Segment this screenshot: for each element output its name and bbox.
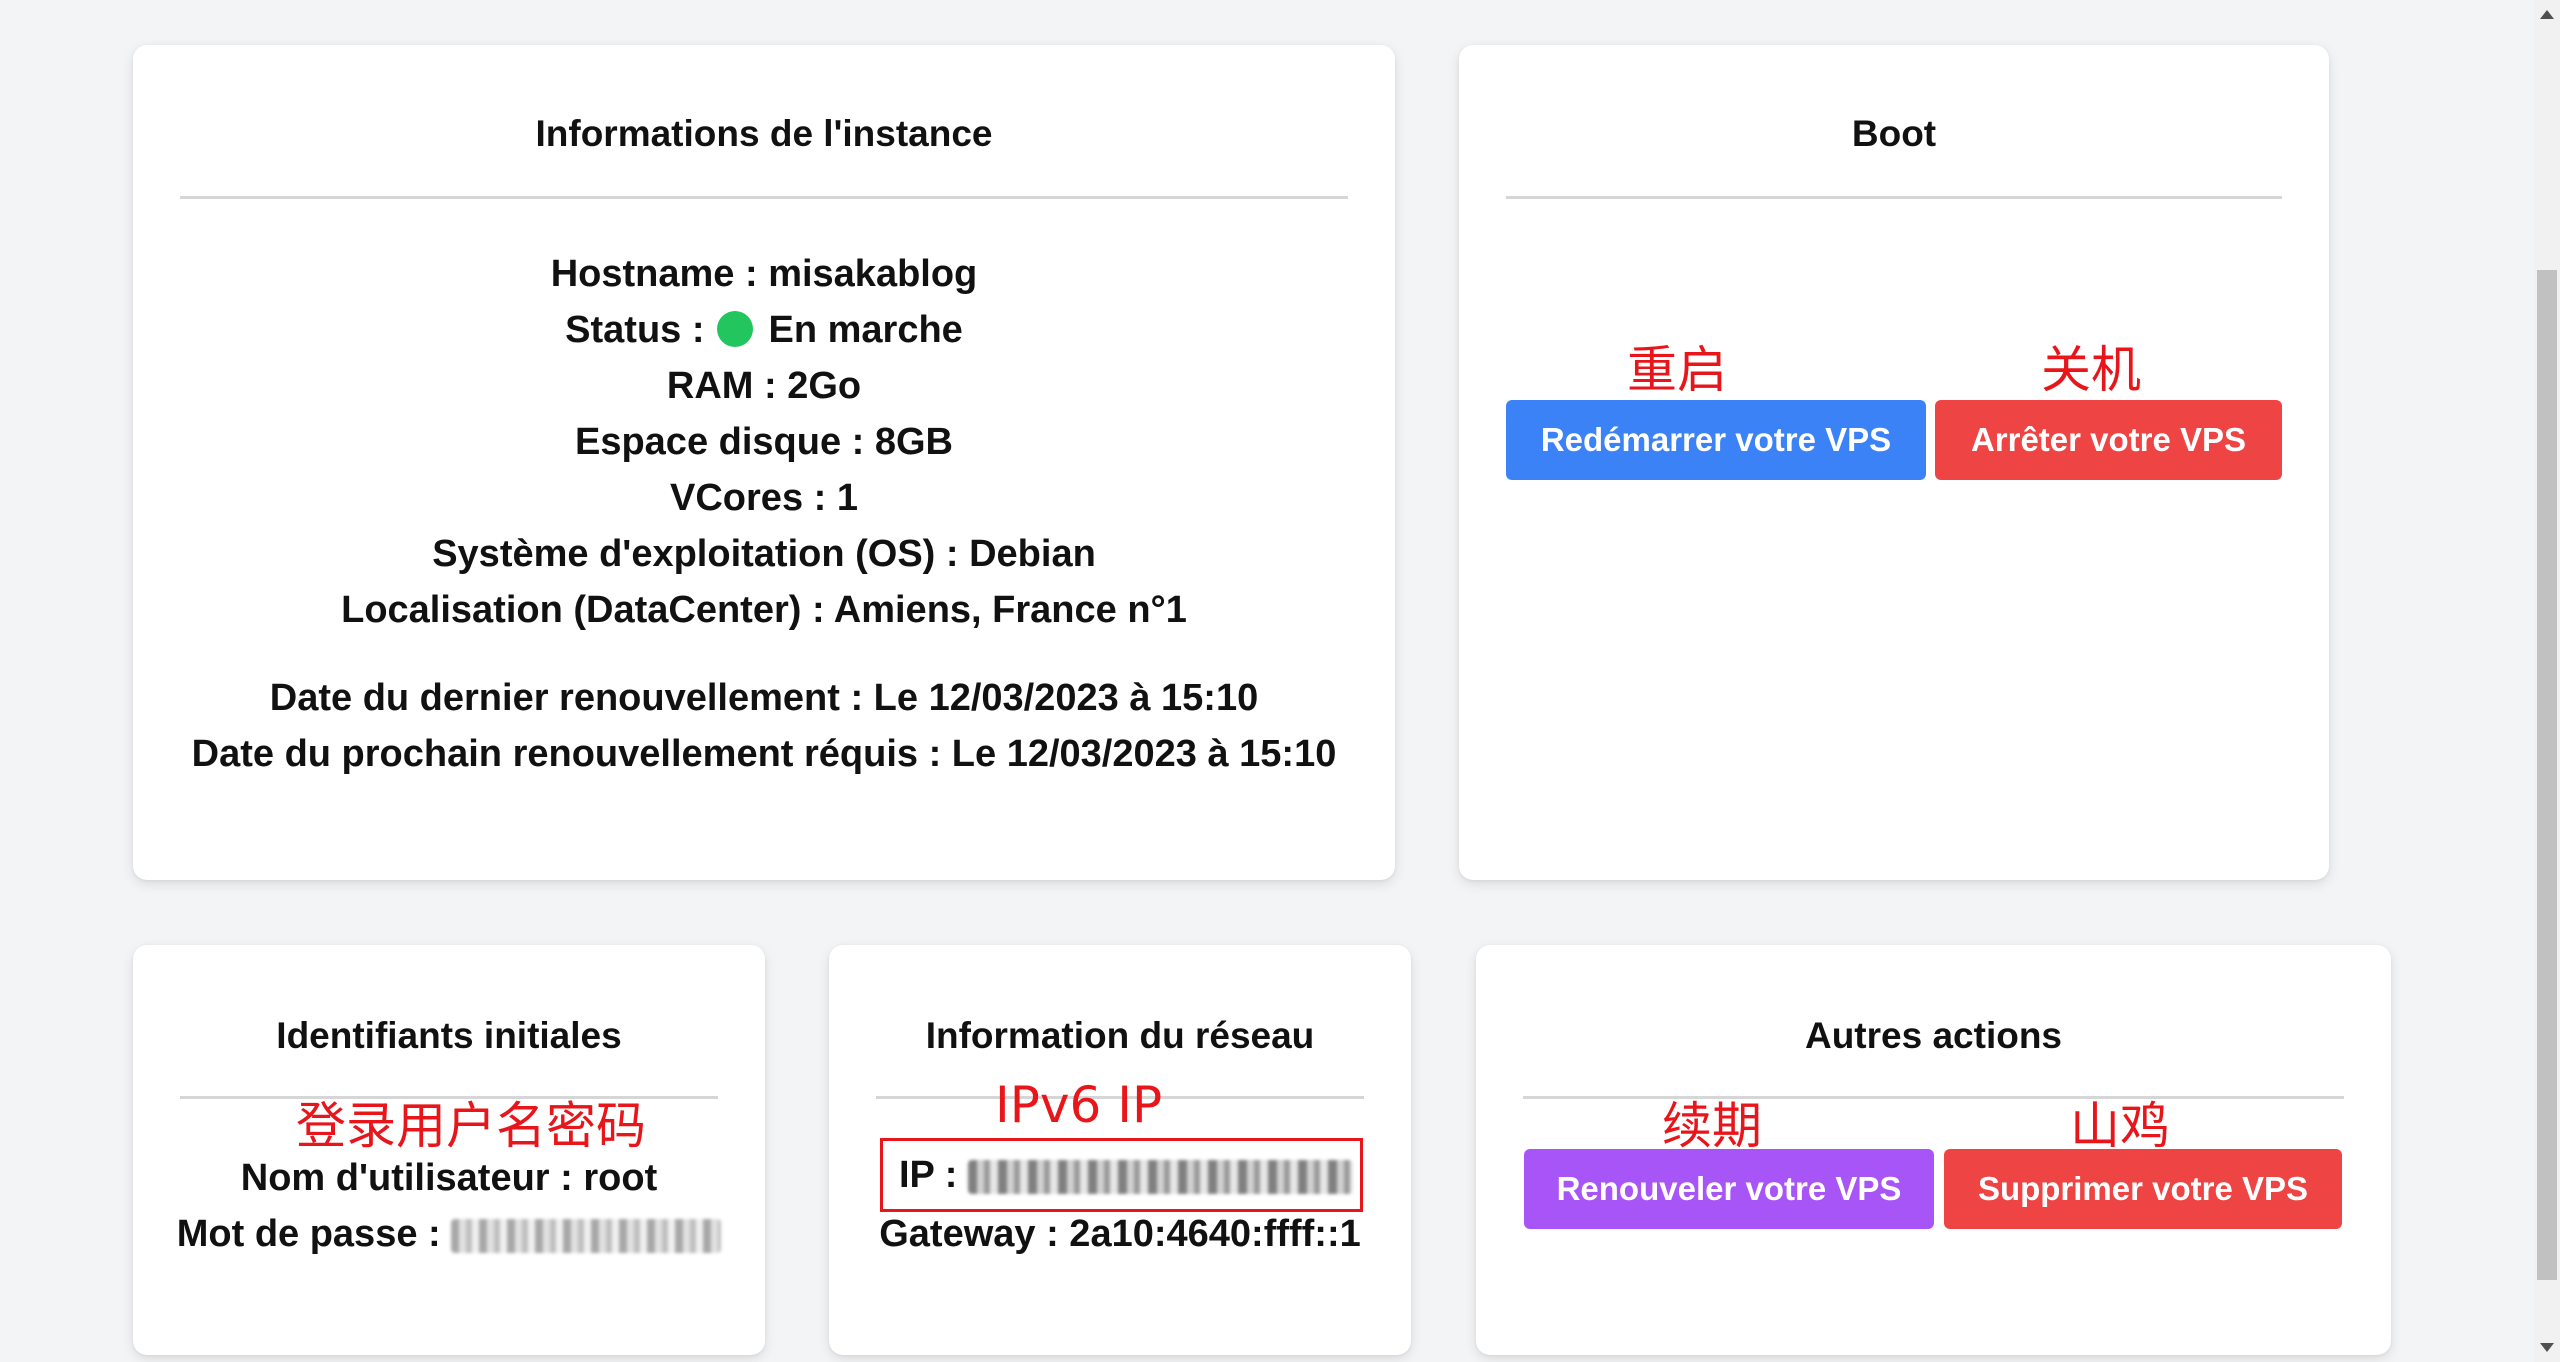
boot-divider (1506, 196, 2282, 199)
status-label: Status : (565, 309, 705, 351)
other-actions-title: Autres actions (1804, 1015, 2062, 1056)
status-line: Status : En marche (133, 309, 1395, 352)
location-text: Localisation (DataCenter) : Amiens, Fran… (341, 589, 1187, 631)
next-renewal-text: Date du prochain renouvellement réquis :… (191, 733, 1337, 775)
ip-label: IP : (899, 1154, 958, 1196)
renew-vps-button[interactable]: Renouveler votre VPS (1524, 1149, 1934, 1229)
other-actions-card: Autres actions 续期 山鸡 Renouveler votre VP… (1476, 945, 2391, 1355)
vcores-text: VCores : 1 (670, 477, 858, 519)
stop-vps-button[interactable]: Arrêter votre VPS (1935, 400, 2282, 480)
ip-redacted (968, 1159, 1353, 1194)
username-text: Nom d'utilisateur : root (240, 1157, 658, 1199)
instance-info-card: Informations de l'instance Hostname : mi… (133, 45, 1395, 880)
os-text: Système d'exploitation (OS) : Debian (432, 533, 1096, 575)
delete-vps-button[interactable]: Supprimer votre VPS (1944, 1149, 2342, 1229)
password-line: Mot de passe : (133, 1213, 765, 1256)
network-title: Information du réseau (925, 1015, 1315, 1056)
annotation-restart: 重启 (1627, 341, 1727, 399)
scrollbar-thumb[interactable] (2537, 270, 2557, 1280)
instance-info-divider (180, 196, 1348, 199)
annotation-credentials: 登录用户名密码 (296, 1097, 646, 1155)
boot-title: Boot (1851, 113, 1937, 154)
annotation-delete: 山鸡 (2070, 1097, 2170, 1155)
restart-vps-button[interactable]: Redémarrer votre VPS (1506, 400, 1926, 480)
credentials-card: Identifiants initiales 登录用户名密码 Nom d'uti… (133, 945, 765, 1355)
scrollbar[interactable] (2534, 0, 2560, 1362)
last-renewal-text: Date du dernier renouvellement : Le 12/0… (269, 677, 1259, 719)
annotation-renew: 续期 (1662, 1097, 1762, 1155)
annotation-stop: 关机 (2041, 341, 2141, 399)
status-value: En marche (768, 309, 963, 351)
network-card: Information du réseau IPv6 IP IP : Gatew… (829, 945, 1411, 1355)
ram-text: RAM : 2Go (666, 365, 862, 407)
hostname-text: Hostname : misakablog (550, 253, 978, 295)
scroll-up-arrow-icon[interactable] (2540, 10, 2554, 19)
credentials-title: Identifiants initiales (276, 1015, 622, 1056)
status-dot-icon (716, 311, 753, 347)
annotation-ipv6: IPv6 IP (995, 1076, 1163, 1134)
gateway-text: Gateway : 2a10:4640:ffff::1 (879, 1213, 1361, 1255)
scroll-down-arrow-icon[interactable] (2540, 1343, 2554, 1352)
instance-info-title: Informations de l'instance (535, 113, 993, 154)
password-label: Mot de passe : (176, 1213, 441, 1255)
ip-line: IP : (899, 1154, 1353, 1197)
password-redacted (451, 1218, 722, 1253)
disk-text: Espace disque : 8GB (574, 421, 953, 463)
other-actions-divider (1523, 1096, 2344, 1099)
boot-card: Boot 重启 关机 Redémarrer votre VPS Arrêter … (1459, 45, 2329, 880)
